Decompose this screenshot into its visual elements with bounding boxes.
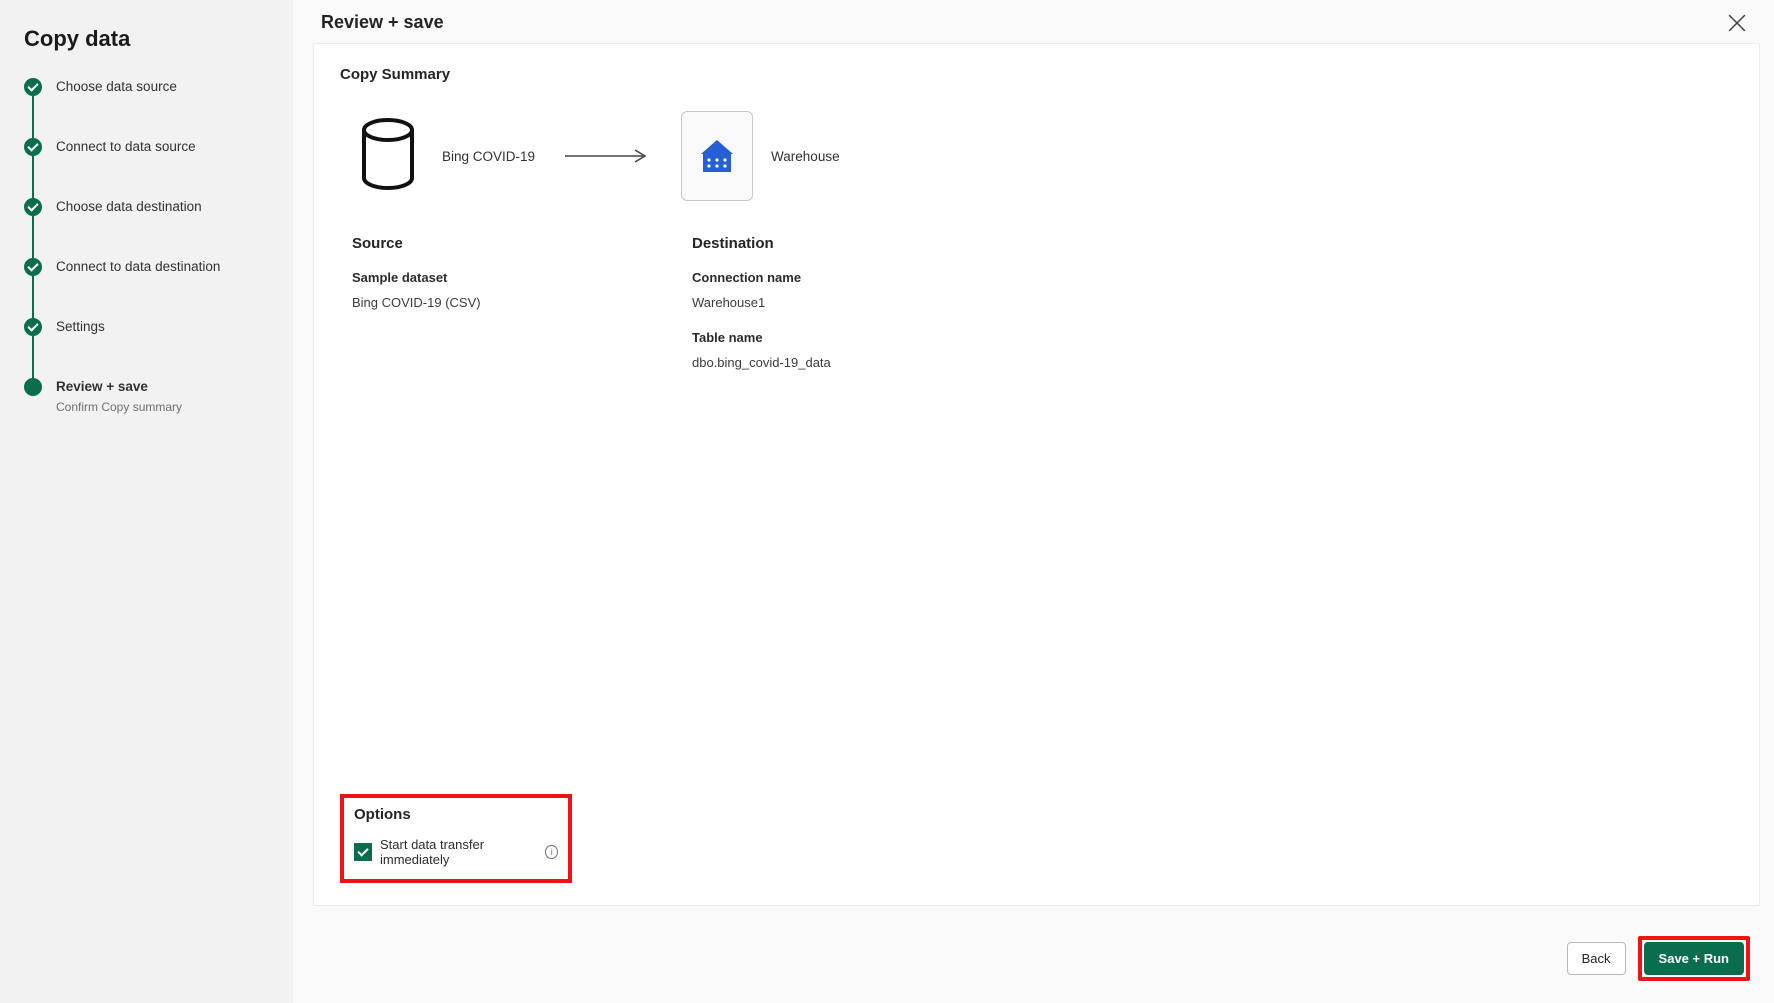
connection-name-label: Connection name	[692, 270, 1092, 285]
check-icon	[24, 318, 42, 336]
database-icon	[352, 111, 424, 201]
connection-name-value: Warehouse1	[692, 295, 1092, 310]
review-panel: Copy Summary Bing COVID-19	[313, 43, 1760, 906]
table-name-label: Table name	[692, 330, 1092, 345]
options-section: Options Start data transfer immediately …	[340, 794, 572, 883]
source-node-label: Bing COVID-19	[442, 149, 535, 164]
options-heading: Options	[354, 806, 558, 823]
save-run-button[interactable]: Save + Run	[1644, 942, 1744, 975]
check-icon	[24, 78, 42, 96]
summary-diagram: Bing COVID-19	[352, 111, 1733, 201]
sample-dataset-label: Sample dataset	[352, 270, 692, 285]
warehouse-icon	[681, 111, 753, 201]
start-transfer-label: Start data transfer immediately	[380, 837, 535, 867]
step-subtext: Confirm Copy summary	[56, 398, 182, 416]
save-run-highlight: Save + Run	[1638, 936, 1750, 981]
sidebar-title: Copy data	[24, 26, 269, 52]
arrow-icon	[563, 146, 653, 166]
step-choose-data-source[interactable]: Choose data source	[24, 78, 269, 138]
page-title: Review + save	[321, 12, 444, 33]
check-icon	[24, 258, 42, 276]
back-button[interactable]: Back	[1567, 942, 1626, 975]
step-settings[interactable]: Settings	[24, 318, 269, 378]
step-connect-to-data-destination[interactable]: Connect to data destination	[24, 258, 269, 318]
check-icon	[24, 198, 42, 216]
check-icon	[24, 138, 42, 156]
step-label: Connect to data source	[56, 138, 196, 156]
source-details: Source Sample dataset Bing COVID-19 (CSV…	[352, 235, 692, 390]
destination-node-label: Warehouse	[771, 149, 840, 164]
wizard-footer: Back Save + Run	[293, 920, 1774, 1003]
start-transfer-row: Start data transfer immediately i	[354, 837, 558, 867]
step-label: Settings	[56, 318, 105, 336]
source-section-heading: Source	[352, 235, 692, 252]
wizard-steps: Choose data source Connect to data sourc…	[24, 78, 269, 416]
sample-dataset-value: Bing COVID-19 (CSV)	[352, 295, 692, 310]
step-label: Choose data destination	[56, 198, 202, 216]
destination-section-heading: Destination	[692, 235, 1092, 252]
step-label: Choose data source	[56, 78, 177, 96]
source-node: Bing COVID-19	[352, 111, 535, 201]
step-choose-data-destination[interactable]: Choose data destination	[24, 198, 269, 258]
step-label: Review + save	[56, 378, 182, 396]
table-name-value: dbo.bing_covid-19_data	[692, 355, 1092, 370]
step-label: Connect to data destination	[56, 258, 220, 276]
wizard-sidebar: Copy data Choose data source Connect to …	[0, 0, 293, 1003]
start-transfer-checkbox[interactable]	[354, 843, 372, 861]
close-icon[interactable]	[1728, 14, 1746, 32]
main-header: Review + save	[293, 0, 1774, 43]
copy-summary-heading: Copy Summary	[340, 66, 1733, 83]
summary-details: Source Sample dataset Bing COVID-19 (CSV…	[352, 235, 1733, 390]
main-panel: Review + save Copy Summary Bing COVID-19	[293, 0, 1774, 1003]
step-review-save[interactable]: Review + save Confirm Copy summary	[24, 378, 269, 416]
step-connect-to-data-source[interactable]: Connect to data source	[24, 138, 269, 198]
destination-node: Warehouse	[681, 111, 840, 201]
info-icon[interactable]: i	[545, 845, 558, 859]
current-step-icon	[24, 378, 42, 396]
destination-details: Destination Connection name Warehouse1 T…	[692, 235, 1092, 390]
